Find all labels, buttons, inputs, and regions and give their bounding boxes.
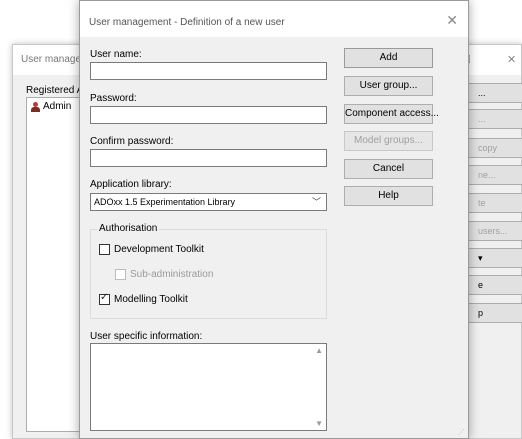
- application-library-select[interactable]: ADOxx 1.5 Experimentation Library ﹀: [90, 193, 327, 211]
- bg-window-title: User manage: [21, 54, 82, 65]
- dialog-title: User management - Definition of a new us…: [89, 17, 285, 28]
- application-library-value: ADOxx 1.5 Experimentation Library: [94, 197, 236, 207]
- new-user-dialog: User management - Definition of a new us…: [79, 0, 469, 439]
- close-icon[interactable]: ✕: [507, 53, 516, 66]
- password-input[interactable]: [90, 106, 327, 124]
- user-info-textarea[interactable]: ▲ ▼: [90, 343, 327, 431]
- sub-administration-checkbox[interactable]: Sub-administration: [115, 269, 213, 280]
- authorisation-label: Authorisation: [97, 223, 160, 234]
- development-toolkit-label: Development Toolkit: [114, 244, 204, 255]
- add-button[interactable]: Add: [344, 48, 433, 68]
- model-groups-button: Model groups...: [344, 131, 433, 151]
- dialog-titlebar: User management - Definition of a new us…: [80, 1, 468, 37]
- application-library-label: Application library:: [90, 179, 172, 190]
- checkbox-unchecked-icon[interactable]: [115, 269, 126, 280]
- list-item[interactable]: Admin: [31, 101, 71, 112]
- modelling-toolkit-checkbox[interactable]: ✓ Modelling Toolkit: [99, 292, 188, 305]
- username-input[interactable]: [90, 62, 327, 80]
- cancel-button[interactable]: Cancel: [344, 159, 433, 179]
- checkbox-checked-icon[interactable]: ✓: [99, 292, 110, 305]
- scroll-down-icon[interactable]: ▼: [315, 419, 323, 428]
- sub-administration-label: Sub-administration: [130, 269, 214, 280]
- confirm-password-label: Confirm password:: [90, 136, 174, 147]
- username-label: User name:: [90, 49, 142, 60]
- scroll-up-icon[interactable]: ▲: [315, 346, 323, 355]
- close-icon[interactable]: ✕: [446, 12, 458, 29]
- component-access-button[interactable]: Component access...: [344, 104, 439, 124]
- resize-grip-icon[interactable]: ⋰: [458, 428, 465, 436]
- checkbox-unchecked-icon[interactable]: [99, 244, 110, 255]
- user-group-button[interactable]: User group...: [344, 76, 433, 96]
- help-button[interactable]: Help: [344, 186, 433, 206]
- user-info-label: User specific information:: [90, 331, 203, 342]
- authorisation-group: Authorisation Development Toolkit Sub-ad…: [90, 223, 327, 319]
- admin-user-icon: [31, 101, 40, 112]
- registered-users-label: Registered A: [26, 85, 84, 96]
- development-toolkit-checkbox[interactable]: Development Toolkit: [99, 244, 204, 255]
- confirm-password-input[interactable]: [90, 149, 327, 167]
- modelling-toolkit-label: Modelling Toolkit: [114, 294, 188, 305]
- list-item-label: Admin: [43, 101, 72, 112]
- chevron-down-icon: ﹀: [311, 197, 321, 207]
- password-label: Password:: [90, 93, 137, 104]
